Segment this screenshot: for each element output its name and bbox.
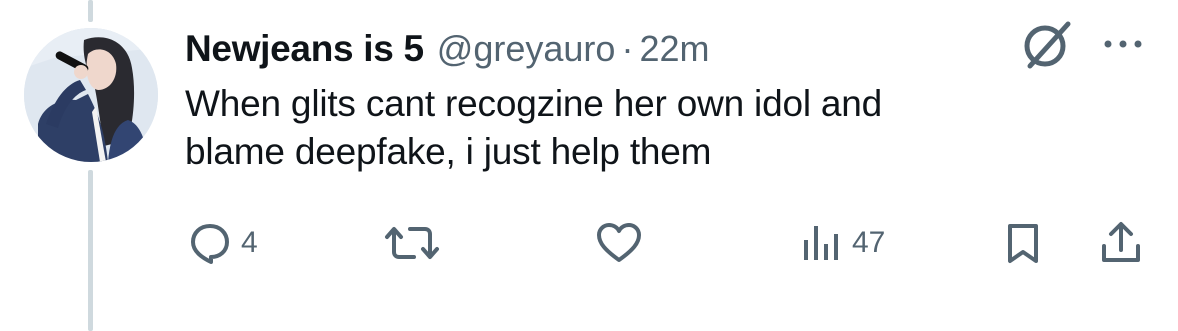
handle[interactable]: @greyauro (437, 28, 616, 70)
bookmark-icon (1008, 224, 1038, 263)
tweet-header: Newjeans is 5 @greyauro · 22m (185, 24, 709, 74)
retweet-button[interactable] (384, 218, 448, 268)
tweet-text-line-2: blame deepfake, i just help them (185, 131, 712, 172)
separator-dot: · (621, 28, 634, 69)
share-button[interactable] (1098, 218, 1144, 268)
retweet-icon (385, 227, 439, 259)
avatar[interactable] (24, 28, 158, 162)
tweet-text-line-1: When glits cant recogzine her own idol a… (185, 83, 883, 124)
like-button[interactable] (595, 218, 651, 268)
grok-icon[interactable] (1016, 16, 1078, 74)
display-name[interactable]: Newjeans is 5 (185, 28, 424, 70)
views-button[interactable]: 47 (800, 218, 885, 268)
heart-icon (597, 223, 641, 262)
reply-count: 4 (241, 226, 258, 259)
timestamp[interactable]: 22m (639, 28, 709, 70)
views-icon (804, 226, 838, 260)
thread-line-top (88, 0, 93, 22)
reply-icon (191, 224, 229, 264)
views-count: 47 (852, 226, 886, 259)
tweet-text: When glits cant recogzine her own idol a… (185, 80, 1145, 176)
more-icon[interactable] (1098, 32, 1148, 56)
share-icon (1102, 222, 1140, 262)
thread-line-bottom (88, 170, 93, 331)
reply-button[interactable]: 4 (187, 218, 258, 268)
bookmark-button[interactable] (1002, 218, 1044, 268)
